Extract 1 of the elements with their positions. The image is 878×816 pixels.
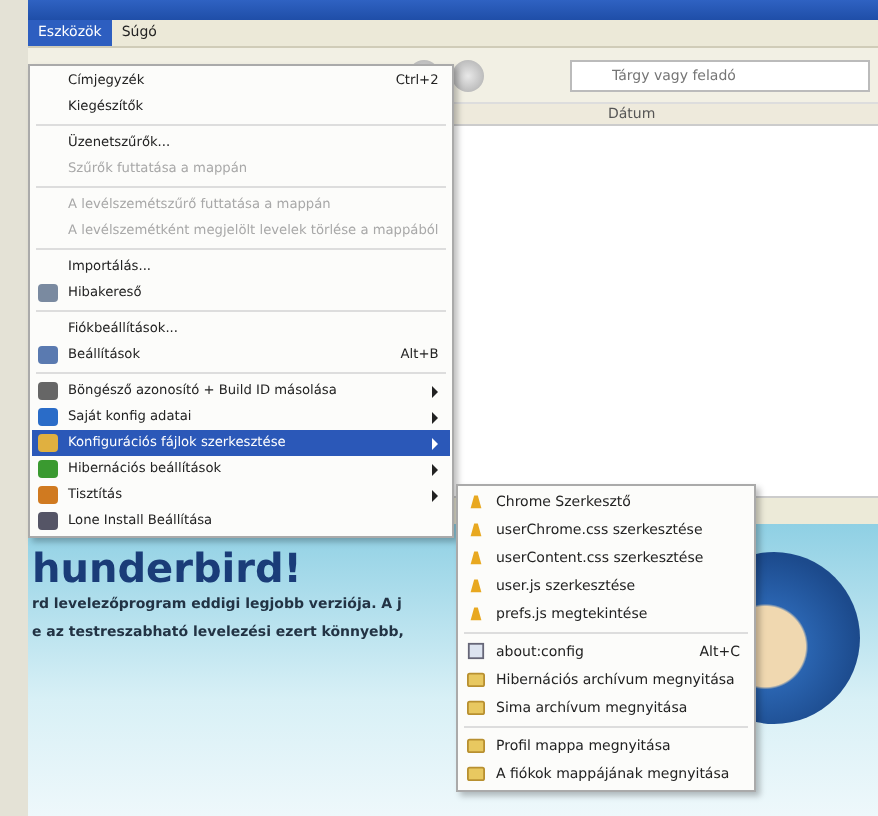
heading: hunderbird! xyxy=(32,548,302,588)
